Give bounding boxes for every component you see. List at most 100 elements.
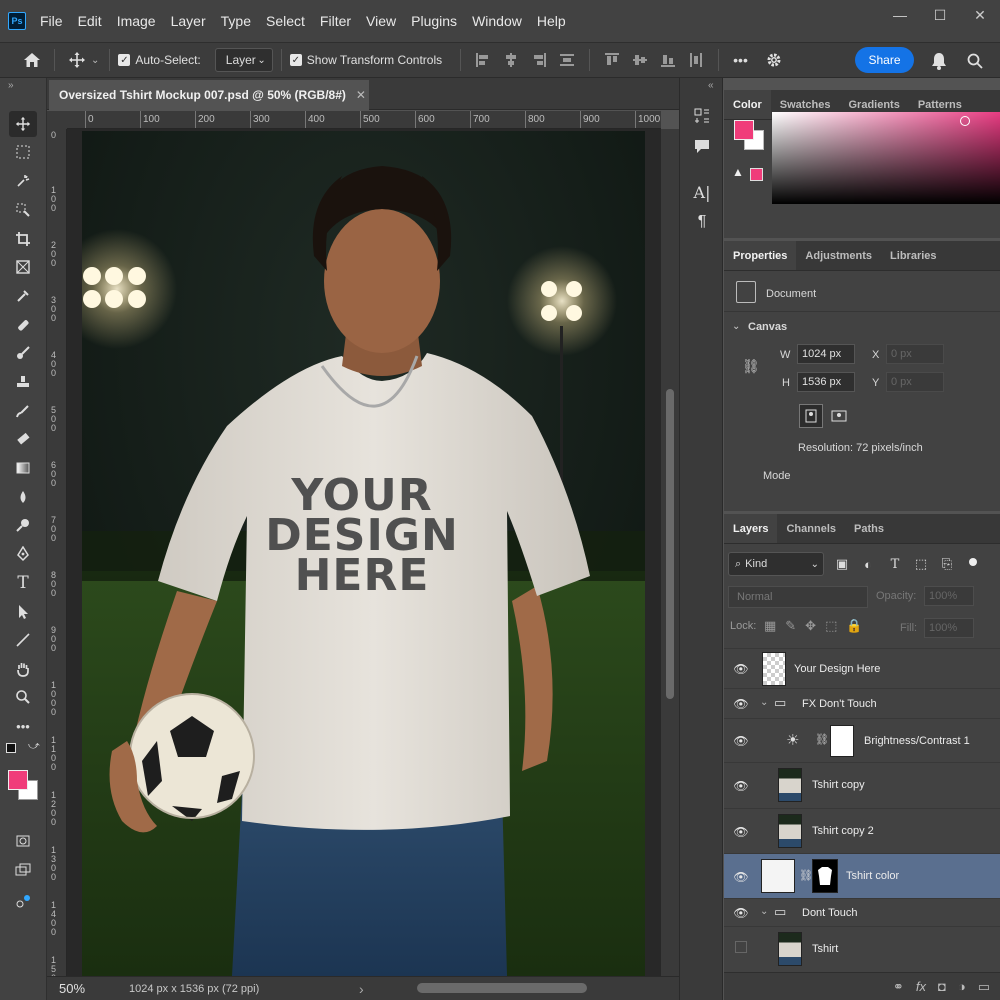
blur-tool-button[interactable] [9, 484, 37, 510]
foreground-color-swatch[interactable] [8, 770, 28, 790]
tab-color[interactable]: Color [724, 90, 771, 119]
tab-adjustments[interactable]: Adjustments [796, 241, 881, 270]
brush-tool-button[interactable] [9, 340, 37, 366]
quick-select-tool-button[interactable] [9, 197, 37, 223]
default-colors-icon[interactable] [6, 743, 16, 753]
move-tool-button[interactable] [9, 111, 37, 137]
layer-name[interactable]: FX Don't Touch [802, 698, 877, 710]
menu-image[interactable]: Image [117, 13, 156, 29]
bell-icon[interactable] [925, 47, 953, 75]
adjustment-layer-icon[interactable]: ◑ [958, 979, 966, 994]
layer-row-tshirt-color[interactable]: 👁 ⛓ Tshirt color [724, 853, 1000, 898]
ruler-origin[interactable] [47, 111, 67, 129]
filter-smart-object-icon[interactable]: ⎘ [937, 554, 957, 574]
path-select-tool-button[interactable] [9, 599, 37, 625]
edit-toolbar-icon[interactable]: ••• [9, 713, 37, 739]
more-options-icon[interactable]: ••• [733, 52, 748, 68]
visibility-eye-icon[interactable]: 👁 [733, 869, 749, 885]
distribute-icon[interactable] [553, 46, 581, 74]
tab-paths[interactable]: Paths [845, 514, 893, 543]
zoom-tool-button[interactable] [9, 684, 37, 710]
screen-mode-icon[interactable] [9, 857, 37, 883]
align-bottom-icon[interactable] [654, 46, 682, 74]
layer-row-brightness-contrast[interactable]: 👁 ☀ ⛓ Brightness/Contrast 1 [724, 718, 1000, 762]
width-field[interactable]: 1024 px [797, 344, 855, 364]
zoom-level[interactable]: 50% [47, 981, 107, 996]
pen-tool-button[interactable] [9, 541, 37, 567]
tab-properties[interactable]: Properties [724, 241, 797, 270]
align-right-icon[interactable] [525, 46, 553, 74]
gear-icon[interactable] [760, 46, 788, 74]
height-field[interactable]: 1536 px [797, 372, 855, 392]
document-canvas[interactable]: YOUR DESIGN HERE [82, 131, 645, 976]
layer-name[interactable]: Tshirt [812, 943, 838, 955]
maximize-button[interactable]: ☐ [920, 0, 960, 30]
align-middle-v-icon[interactable] [626, 46, 654, 74]
paragraph-panel-icon[interactable]: ¶ [690, 210, 714, 234]
close-tab-icon[interactable]: ✕ [356, 88, 366, 102]
crop-tool-button[interactable] [9, 226, 37, 252]
hand-tool-button[interactable] [9, 656, 37, 682]
layer-row-tshirt-copy-2[interactable]: 👁 Tshirt copy 2 [724, 808, 1000, 853]
line-tool-button[interactable] [9, 627, 37, 653]
fx-icon[interactable]: fx [916, 979, 926, 994]
menu-window[interactable]: Window [472, 13, 522, 29]
group-expand-icon[interactable]: ⌄ [760, 697, 768, 708]
layer-name[interactable]: Tshirt copy [812, 779, 865, 791]
share-button[interactable]: Share [855, 47, 914, 73]
filter-type-icon[interactable]: T [885, 554, 905, 574]
tab-layers[interactable]: Layers [724, 514, 778, 543]
show-transform-checkbox[interactable]: ✓ [289, 54, 302, 66]
filter-toggle-icon[interactable] [969, 558, 977, 566]
layer-name[interactable]: Brightness/Contrast 1 [864, 735, 970, 747]
mask-link-icon[interactable]: ⛓ [799, 869, 813, 882]
layer-filter-kind-dropdown[interactable]: ⌕ Kind ⌄ [728, 552, 824, 576]
visibility-eye-icon[interactable]: 👁 [733, 696, 749, 712]
landscape-orientation-button[interactable] [827, 404, 851, 428]
menu-help[interactable]: Help [537, 13, 566, 29]
tab-libraries[interactable]: Libraries [881, 241, 945, 270]
auto-select-target-dropdown[interactable]: Layer ⌄ [214, 48, 273, 72]
mask-link-icon[interactable]: ⛓ [815, 733, 829, 746]
document-tab[interactable]: Oversized Tshirt Mockup 007.psd @ 50% (R… [49, 80, 369, 110]
search-icon[interactable] [961, 47, 989, 75]
layer-row-tshirt-copy[interactable]: 👁 Tshirt copy [724, 762, 1000, 808]
menu-layer[interactable]: Layer [171, 13, 206, 29]
group-expand-icon[interactable]: ⌄ [760, 906, 768, 917]
tab-channels[interactable]: Channels [777, 514, 845, 543]
healing-brush-tool-button[interactable] [9, 312, 37, 338]
y-field[interactable]: 0 px [886, 372, 944, 392]
gamut-warning-icon[interactable]: ▲ [732, 165, 746, 179]
layer-name[interactable]: Tshirt copy 2 [812, 825, 874, 837]
frame-tool-button[interactable] [9, 254, 37, 280]
menu-filter[interactable]: Filter [320, 13, 351, 29]
visibility-toggle-off[interactable] [735, 941, 747, 953]
share-for-review-icon[interactable] [9, 889, 37, 915]
document-info[interactable]: 1024 px x 1536 px (72 ppi) [129, 983, 289, 995]
menu-file[interactable]: File [40, 13, 63, 29]
filter-pixel-icon[interactable]: ▣ [832, 554, 852, 574]
marquee-tool-button[interactable] [9, 139, 37, 165]
stamp-tool-button[interactable] [9, 369, 37, 395]
foreground-color-chip[interactable] [734, 120, 754, 140]
align-top-icon[interactable] [598, 46, 626, 74]
layer-row-dont-touch[interactable]: 👁 ⌄ ▭ Dont Touch [724, 898, 1000, 926]
align-center-h-icon[interactable] [497, 46, 525, 74]
layer-row-tshirt[interactable]: Tshirt [724, 926, 1000, 971]
close-window-button[interactable]: ✕ [960, 0, 1000, 30]
visibility-eye-icon[interactable]: 👁 [733, 733, 749, 749]
comments-panel-icon[interactable] [690, 134, 714, 158]
history-panel-icon[interactable] [690, 104, 714, 128]
layer-row-your-design-here[interactable]: 👁 Your Design Here [724, 648, 1000, 688]
menu-plugins[interactable]: Plugins [411, 13, 457, 29]
lock-icons[interactable]: ▦✎✥⬚🔒 [764, 618, 872, 634]
vertical-scrollbar[interactable] [661, 129, 679, 976]
vertical-scrollbar-thumb[interactable] [666, 389, 674, 699]
layer-mask-thumbnail[interactable] [830, 725, 854, 757]
gamut-color-chip[interactable] [750, 168, 763, 181]
portrait-orientation-button[interactable] [799, 404, 823, 428]
collapse-panels-icon[interactable]: « [708, 80, 714, 91]
home-icon[interactable] [18, 46, 46, 74]
blend-mode-dropdown[interactable]: Normal [728, 586, 868, 608]
menu-select[interactable]: Select [266, 13, 305, 29]
